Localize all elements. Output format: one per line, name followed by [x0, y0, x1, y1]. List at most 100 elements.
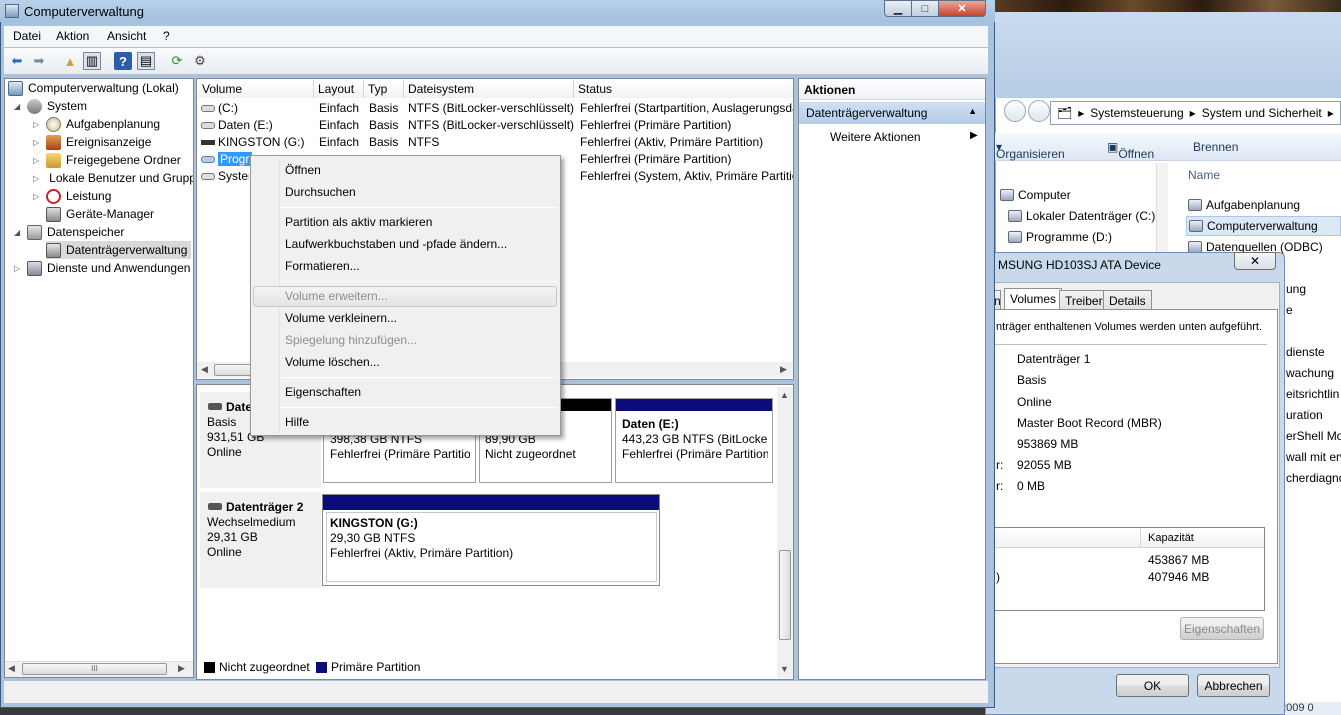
refresh-icon[interactable]: ⟳	[168, 52, 186, 70]
table-row[interactable]: (C:)	[201, 101, 313, 118]
ok-button[interactable]: OK	[1116, 674, 1189, 697]
column-header-filesystem[interactable]: Dateisystem	[404, 80, 574, 98]
tree-item-event-viewer[interactable]: ▷ Ereignisanzeige	[33, 133, 151, 151]
volume-icon	[201, 122, 215, 129]
dialog-close-button[interactable]: ✕	[1234, 252, 1276, 270]
menu-item-browse[interactable]: Durchsuchen	[285, 185, 356, 199]
tree-item-users[interactable]: ▷ Lokale Benutzer und Gruppen	[33, 169, 193, 187]
menu-item-format[interactable]: Formatieren...	[285, 259, 360, 273]
maximize-button[interactable]: □	[911, 0, 939, 17]
table-row[interactable]: KINGSTON (G:)	[201, 135, 313, 152]
storage-icon	[27, 224, 42, 240]
table-row-selected[interactable]: Programme (D:)	[201, 152, 252, 169]
cell-volume: Daten (E:)	[218, 118, 273, 132]
action-pane-icon[interactable]: ▤	[137, 52, 155, 70]
column-header-type[interactable]: Typ	[364, 80, 404, 98]
tab-volumes[interactable]: Volumes	[1004, 288, 1063, 311]
list-scroll-thumb[interactable]	[214, 364, 254, 376]
tree-scroll-thumb[interactable]: III	[22, 663, 167, 675]
help-icon[interactable]: ?	[114, 52, 132, 70]
scroll-right-icon[interactable]: ▶	[178, 663, 185, 674]
nav-item-drive-d[interactable]: Programme (D:)	[1008, 227, 1112, 247]
cancel-button[interactable]: Abbrechen	[1197, 674, 1270, 697]
menu-item-mark-active[interactable]: Partition als aktiv markieren	[285, 215, 432, 229]
scroll-down-icon[interactable]: ▼	[780, 664, 789, 674]
menu-help[interactable]: ?	[163, 29, 170, 43]
collapse-up-icon[interactable]: ▲	[968, 106, 977, 116]
menu-item-properties[interactable]: Eigenschaften	[285, 385, 361, 399]
tree-item-disk-management[interactable]: Datenträgerverwaltung	[46, 241, 192, 259]
file-item-partial[interactable]: dienste	[1286, 345, 1325, 359]
organize-button[interactable]: Organisieren ▾	[996, 140, 1065, 161]
scroll-right-icon[interactable]: ▶	[780, 364, 787, 375]
actions-section-header[interactable]: Datenträgerverwaltung ▲	[799, 102, 985, 124]
table-row[interactable]: System	[201, 169, 249, 186]
file-item-partial[interactable]: wachung	[1286, 366, 1334, 380]
cell-filesystem: NTFS	[408, 135, 440, 149]
menu-file[interactable]: Datei	[13, 29, 41, 43]
tab-details[interactable]: Details	[1103, 290, 1152, 310]
name-column-header[interactable]: Name	[1188, 168, 1220, 182]
tree-item-shared-folders[interactable]: ▷ Freigegebene Ordner	[33, 151, 181, 169]
scroll-left-icon[interactable]: ◀	[201, 364, 208, 375]
menu-view[interactable]: Ansicht	[107, 29, 146, 43]
more-actions[interactable]: Weitere Aktionen	[830, 130, 921, 144]
tab-driver[interactable]: Treiber	[1059, 290, 1109, 310]
partition-g-line1: 29,30 GB NTFS	[330, 531, 416, 545]
close-button[interactable]: ✕	[938, 0, 986, 17]
tree-item-storage[interactable]: ◢ Datenspeicher	[14, 223, 124, 241]
nav-item-computer[interactable]: Computer	[1000, 185, 1071, 205]
back-circle-icon[interactable]	[1004, 100, 1026, 122]
file-item-partial[interactable]: cherdiagno	[1286, 471, 1341, 485]
column-header-status[interactable]: Status	[574, 80, 793, 98]
console-tree-icon[interactable]: ▥	[83, 52, 101, 70]
menu-item-open[interactable]: Öffnen	[285, 163, 321, 177]
properties-button[interactable]: Eigenschaften	[1180, 617, 1264, 640]
menu-item-mirror[interactable]: Spiegelung hinzufügen...	[285, 333, 417, 347]
open-button[interactable]: ▣ Öffnen	[1107, 140, 1154, 161]
menu-item-extend[interactable]: Volume erweitern...	[285, 289, 388, 303]
column-header-volume[interactable]: Volume	[198, 80, 314, 98]
file-item-partial[interactable]: e	[1286, 303, 1293, 317]
tree-item-task-scheduler[interactable]: ▷ Aufgabenplanung	[33, 115, 160, 133]
file-item[interactable]: Aufgabenplanung	[1188, 195, 1300, 215]
menu-action[interactable]: Aktion	[56, 29, 89, 43]
tree-item-performance[interactable]: ▷ Leistung	[33, 187, 111, 205]
file-item-partial[interactable]: wall mit erw	[1286, 450, 1341, 464]
capacity-column-header[interactable]: Kapazität	[1148, 532, 1194, 544]
properties-icon[interactable]: ⚙	[191, 52, 209, 70]
menu-item-help[interactable]: Hilfe	[285, 415, 309, 429]
breadcrumb-systemsteuerung[interactable]: Systemsteuerung	[1090, 106, 1183, 120]
file-item-partial[interactable]: uration	[1286, 408, 1323, 422]
scroll-left-icon[interactable]: ◀	[8, 663, 15, 674]
tree-item-services[interactable]: ▷ Dienste und Anwendungen	[14, 259, 193, 277]
nav-scrollbar[interactable]	[1156, 163, 1168, 253]
file-item-selected[interactable]: Computerverwaltung	[1186, 216, 1341, 236]
tree-item-root[interactable]: Computerverwaltung (Lokal)	[8, 79, 179, 97]
minimize-button[interactable]: ▁	[884, 0, 912, 17]
forward-arrow-icon[interactable]: ➡	[30, 52, 48, 70]
menu-item-delete[interactable]: Volume löschen...	[285, 355, 380, 369]
file-item-partial[interactable]: eitsrichtlin	[1286, 387, 1339, 401]
explorer-address-bar[interactable]: 🗂 ▸ Systemsteuerung ▸ System und Sicherh…	[1050, 101, 1341, 125]
up-folder-icon[interactable]: ▲	[61, 52, 79, 70]
volume-icon	[201, 173, 215, 180]
column-header-layout[interactable]: Layout	[314, 80, 364, 98]
back-arrow-icon[interactable]: ⬅	[8, 52, 26, 70]
table-row[interactable]: Daten (E:)	[201, 118, 313, 135]
explorer-nav-buttons	[1004, 100, 1050, 122]
menu-item-change-letter[interactable]: Laufwerkbuchstaben und -pfade ändern...	[285, 237, 507, 251]
volume-icon	[201, 156, 215, 163]
disk-scroll-thumb[interactable]	[779, 550, 791, 640]
scroll-up-icon[interactable]: ▲	[780, 390, 789, 400]
tree-item-device-manager[interactable]: Geräte-Manager	[46, 205, 154, 223]
tree-item-system[interactable]: ◢ System	[14, 97, 87, 115]
burn-button[interactable]: Brennen	[1193, 140, 1238, 154]
breadcrumb-system-sicherheit[interactable]: System und Sicherheit	[1202, 106, 1322, 120]
file-item-partial[interactable]: ung	[1286, 282, 1306, 296]
file-item-partial[interactable]: erShell Mo	[1286, 429, 1341, 443]
nav-item-drive-c[interactable]: Lokaler Datenträger (C:)	[1008, 206, 1155, 226]
menu-item-shrink[interactable]: Volume verkleinern...	[285, 311, 397, 325]
partition-e-line2: Fehlerfrei (Primäre Partition)	[622, 447, 768, 461]
forward-circle-icon[interactable]	[1028, 100, 1050, 122]
